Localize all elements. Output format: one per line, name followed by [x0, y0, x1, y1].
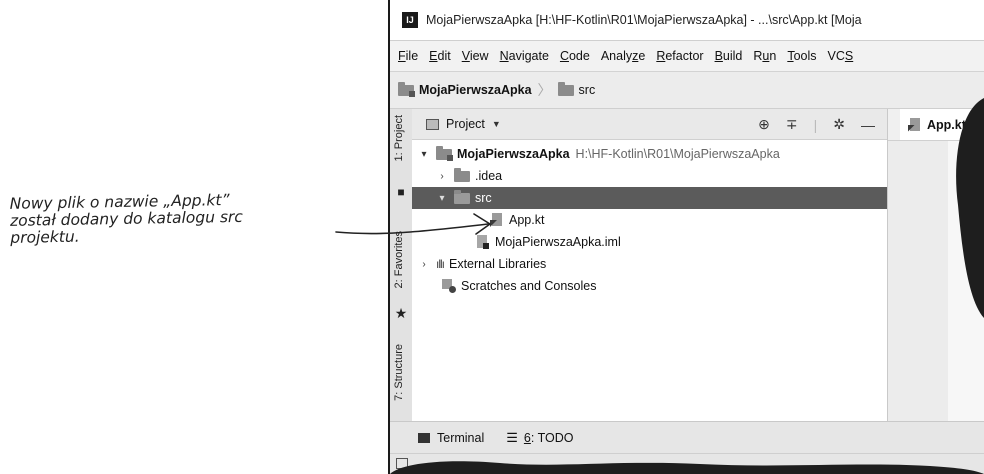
- arrow-shaft: [335, 223, 489, 235]
- annotation-arrow: [335, 213, 491, 235]
